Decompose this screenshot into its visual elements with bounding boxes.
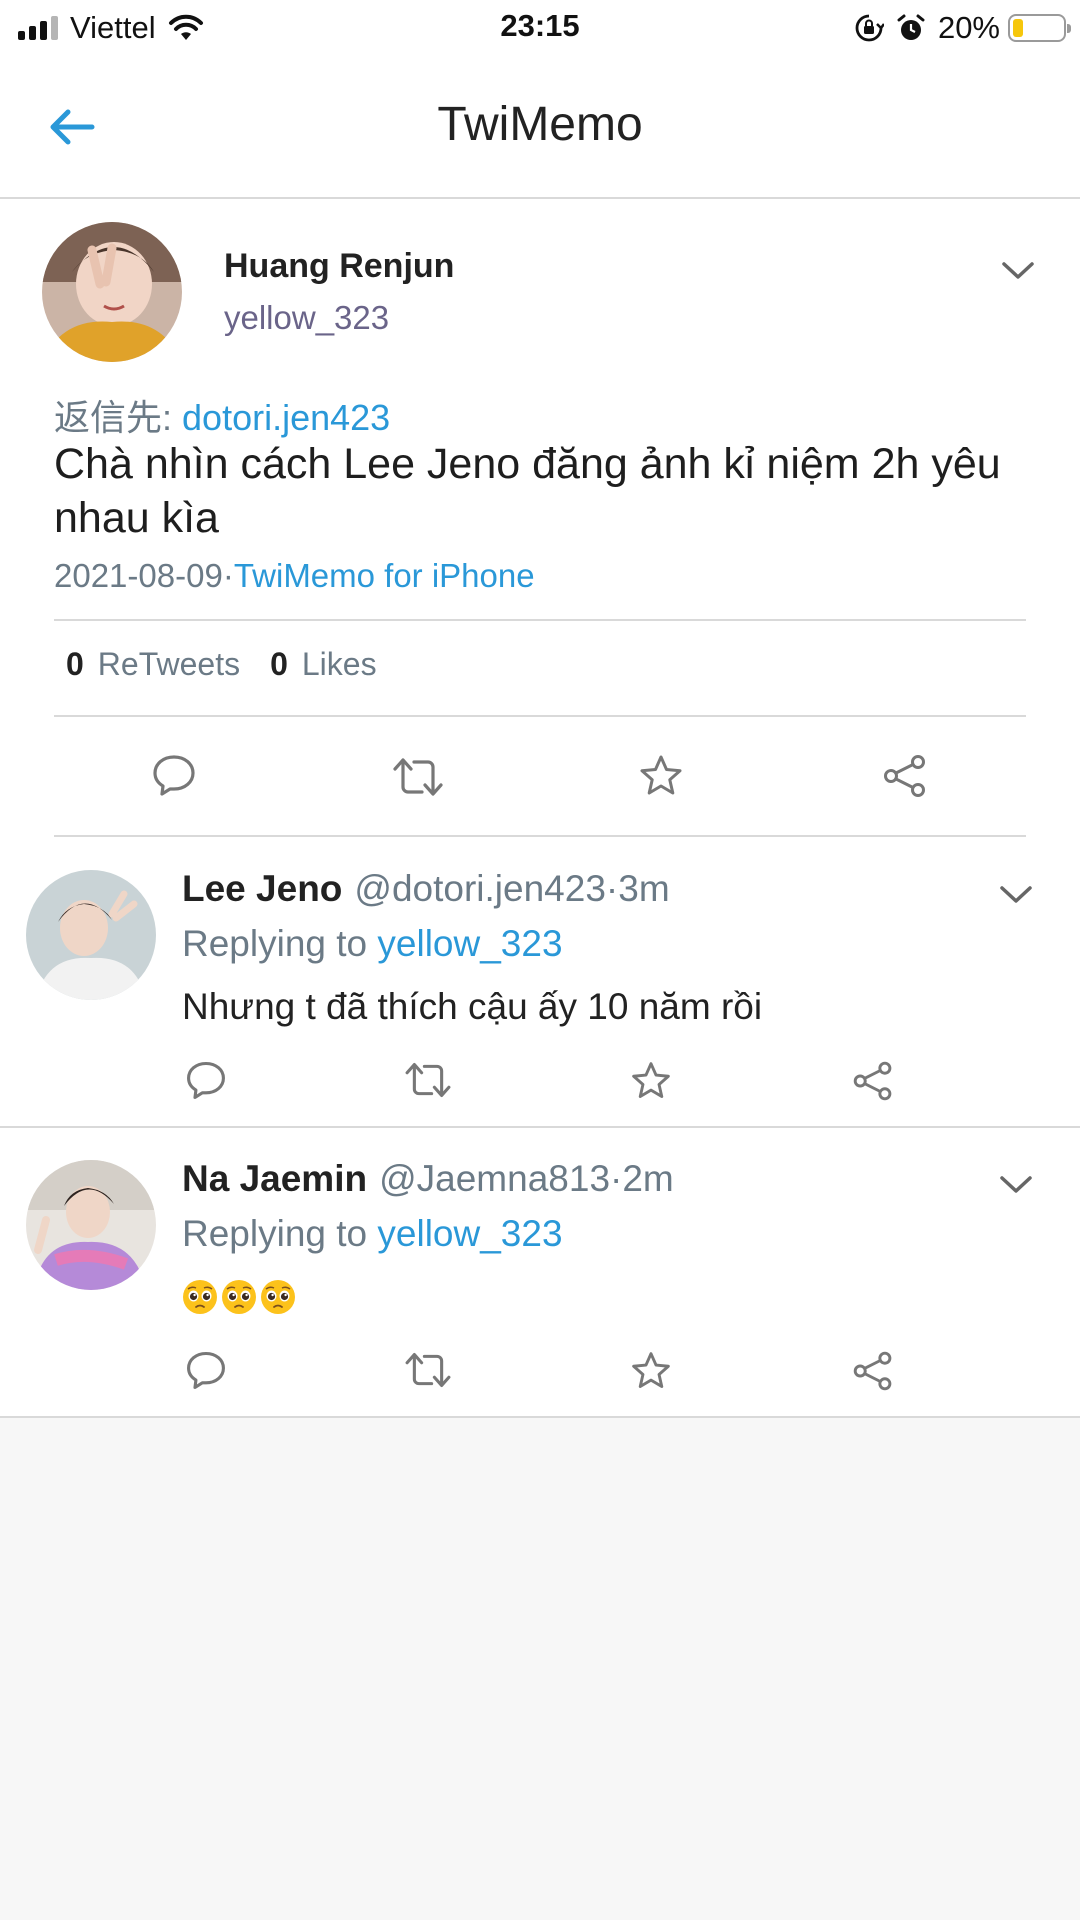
navigation-bar: TwiMemo	[0, 55, 1080, 199]
share-icon[interactable]	[882, 753, 928, 799]
battery-percentage: 20%	[937, 10, 1000, 45]
reply-tweet[interactable]: Lee Jeno @dotori.jen423·3m Replying to ye…	[0, 838, 1080, 1128]
chevron-down-icon[interactable]	[998, 1173, 1034, 1197]
author-handle[interactable]: yellow_323	[224, 299, 389, 337]
replying-to-label: Replying to	[182, 1213, 368, 1254]
share-icon[interactable]	[852, 1350, 894, 1392]
author-handle[interactable]: @Jaemna813	[379, 1158, 610, 1199]
retweet-count[interactable]: 0 ReTweets	[66, 646, 240, 683]
reply-tweet[interactable]: Na Jaemin @Jaemna813·2m Replying to yello…	[0, 1128, 1080, 1418]
client-link[interactable]: TwiMemo for iPhone	[234, 557, 535, 594]
like-count[interactable]: 0 Likes	[270, 646, 377, 683]
tweet-time: ·3m	[605, 868, 670, 909]
divider	[54, 715, 1026, 717]
tweet-time: ·2m	[610, 1158, 674, 1199]
status-bar: Viettel 23:15 20%	[0, 0, 1080, 55]
reply-icon[interactable]	[184, 1348, 228, 1392]
star-icon[interactable]	[630, 1060, 672, 1102]
divider	[54, 835, 1026, 837]
replying-to-link[interactable]: yellow_323	[377, 1213, 562, 1254]
reply-header: Lee Jeno @dotori.jen423·3m	[182, 868, 670, 910]
divider	[54, 619, 1026, 621]
reply-icon[interactable]	[184, 1058, 228, 1102]
replying-to-label: Replying to	[182, 923, 368, 964]
pleading-face-emoji	[183, 1280, 217, 1315]
retweet-icon[interactable]	[404, 1060, 452, 1100]
chevron-down-icon[interactable]	[998, 883, 1034, 907]
main-tweet: Huang Renjun yellow_323 返信先: dotori.jen4…	[0, 199, 1080, 838]
battery-level-fill	[1013, 19, 1023, 37]
avatar[interactable]	[42, 222, 182, 362]
tweet-text: Chà nhìn cách Lee Jeno đăng ảnh kỉ niệm …	[54, 440, 1001, 542]
tweet-text: Nhưng t đã thích cậu ấy 10 năm rồi	[182, 986, 763, 1027]
avatar[interactable]	[26, 1160, 156, 1290]
replying-to-link[interactable]: yellow_323	[377, 923, 562, 964]
star-icon[interactable]	[638, 753, 684, 799]
reply-to-link[interactable]: dotori.jen423	[182, 397, 390, 438]
retweet-icon[interactable]	[392, 755, 444, 799]
replying-to-line: Replying to yellow_323	[182, 1213, 563, 1255]
avatar[interactable]	[26, 870, 156, 1000]
page-title: TwiMemo	[437, 98, 643, 151]
reply-icon[interactable]	[150, 751, 198, 799]
meta-separator: ·	[222, 557, 234, 594]
rotation-lock-icon	[855, 14, 884, 42]
retweet-icon[interactable]	[404, 1350, 452, 1390]
reply-header: Na Jaemin @Jaemna813·2m	[182, 1158, 674, 1200]
pleading-face-emoji	[222, 1280, 256, 1315]
pleading-face-emoji	[261, 1280, 295, 1315]
tweet-text	[182, 1274, 299, 1316]
reply-to-prefix: 返信先:	[54, 397, 173, 438]
battery-icon	[1008, 14, 1071, 42]
share-icon[interactable]	[852, 1060, 894, 1102]
author-name[interactable]: Lee Jeno	[182, 868, 342, 909]
tweet-meta: 2021-08-09·TwiMemo for iPhone	[54, 557, 535, 595]
author-name[interactable]: Huang Renjun	[224, 247, 454, 286]
replying-to-line: Replying to yellow_323	[182, 923, 563, 965]
author-name[interactable]: Na Jaemin	[182, 1158, 367, 1199]
tweet-date: 2021-08-09	[54, 557, 223, 594]
alarm-icon	[897, 14, 925, 40]
chevron-down-icon[interactable]	[1000, 259, 1036, 283]
star-icon[interactable]	[630, 1350, 672, 1392]
author-handle[interactable]: @dotori.jen423	[354, 868, 606, 909]
reply-to-line: 返信先: dotori.jen423	[54, 389, 390, 441]
engagement-counts: 0 ReTweets 0 Likes	[66, 646, 377, 683]
